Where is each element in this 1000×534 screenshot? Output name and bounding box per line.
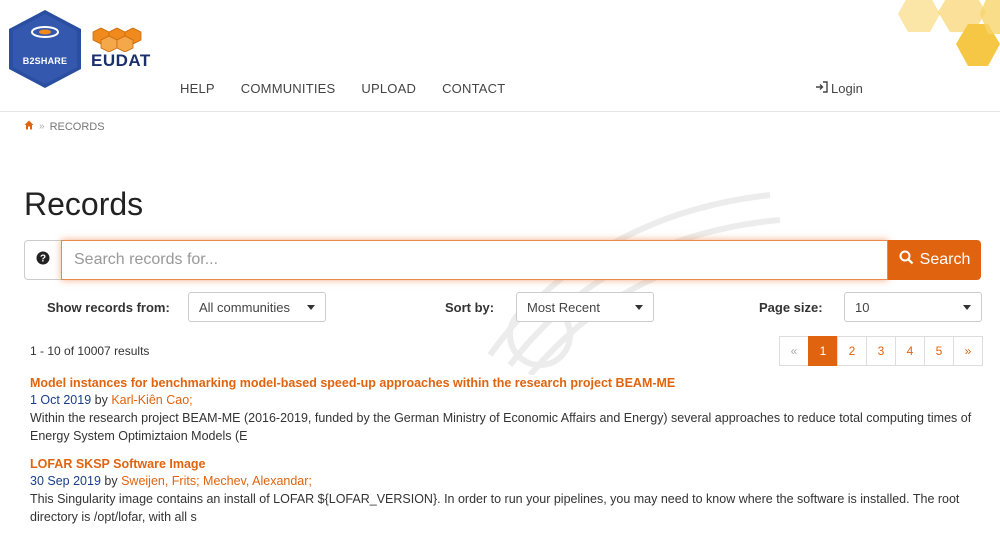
list-item: Model instances for benchmarking model-b… <box>30 375 975 445</box>
record-date: 1 Oct 2019 <box>30 393 92 407</box>
pagination-prev[interactable]: « <box>779 336 809 366</box>
page-size-select[interactable]: 10 <box>844 292 982 322</box>
home-icon[interactable] <box>24 120 34 133</box>
page-size-select-value: 10 <box>855 299 870 315</box>
breadcrumb-separator: » <box>39 121 45 132</box>
chevron-down-icon <box>635 305 643 310</box>
eudat-logo[interactable]: EUDAT <box>91 26 157 70</box>
b2share-label: B2SHARE <box>22 56 68 66</box>
svg-text:?: ? <box>40 253 46 264</box>
record-title[interactable]: Model instances for benchmarking model-b… <box>30 375 975 392</box>
record-by: by <box>104 474 118 488</box>
page-size-label: Page size: <box>759 300 823 315</box>
pagination-next[interactable]: » <box>953 336 983 366</box>
nav-communities[interactable]: COMMUNITIES <box>241 81 336 96</box>
show-records-from-label: Show records from: <box>47 300 170 315</box>
search-bar: ? Search <box>24 240 981 280</box>
record-date: 30 Sep 2019 <box>30 474 101 488</box>
site-header: B2SHARE EUDAT HELP COMMUNITIES UPLOAD CO… <box>0 0 1000 112</box>
search-help-button[interactable]: ? <box>24 240 61 280</box>
pagination-page-1[interactable]: 1 <box>808 336 838 366</box>
record-authors[interactable]: Sweijen, Frits; Mechev, Alexandar; <box>121 474 312 488</box>
record-meta: 1 Oct 2019 by Karl-Kiên Cao; <box>30 392 975 409</box>
page-title: Records <box>24 186 144 222</box>
record-title[interactable]: LOFAR SKSP Software Image <box>30 456 975 473</box>
main-nav: HELP COMMUNITIES UPLOAD CONTACT <box>180 81 531 96</box>
pagination: « 1 2 3 4 5 » <box>779 336 983 366</box>
record-by: by <box>94 393 108 407</box>
chevron-down-icon <box>963 305 971 310</box>
search-button[interactable]: Search <box>888 240 981 280</box>
b2share-logo[interactable]: B2SHARE <box>9 10 81 88</box>
search-icon <box>899 250 914 270</box>
record-description: This Singularity image contains an insta… <box>30 492 960 524</box>
pagination-page-4[interactable]: 4 <box>895 336 925 366</box>
chevron-down-icon <box>307 305 315 310</box>
nav-help[interactable]: HELP <box>180 81 215 96</box>
sort-select-value: Most Recent <box>527 299 600 315</box>
community-select-value: All communities <box>199 299 291 315</box>
pagination-page-3[interactable]: 3 <box>866 336 896 366</box>
sort-by-label: Sort by: <box>445 300 495 315</box>
login-link[interactable]: Login <box>815 81 863 96</box>
eudat-label: EUDAT <box>91 51 151 70</box>
search-input[interactable] <box>61 240 888 280</box>
pagination-page-2[interactable]: 2 <box>837 336 867 366</box>
breadcrumb: » RECORDS <box>24 120 105 133</box>
nav-upload[interactable]: UPLOAD <box>361 81 416 96</box>
record-meta: 30 Sep 2019 by Sweijen, Frits; Mechev, A… <box>30 473 975 490</box>
list-item: LOFAR SKSP Software Image 30 Sep 2019 by… <box>30 456 975 526</box>
record-authors[interactable]: Karl-Kiên Cao; <box>111 393 192 407</box>
decorative-hexagons <box>890 0 1000 70</box>
pagination-page-5[interactable]: 5 <box>924 336 954 366</box>
community-select[interactable]: All communities <box>188 292 326 322</box>
login-label: Login <box>831 81 863 96</box>
sort-select[interactable]: Most Recent <box>516 292 654 322</box>
record-description: Within the research project BEAM-ME (201… <box>30 411 972 443</box>
sign-in-icon <box>815 81 828 96</box>
question-circle-icon: ? <box>36 251 50 270</box>
results-count: 1 - 10 of 10007 results <box>30 344 150 358</box>
nav-contact[interactable]: CONTACT <box>442 81 505 96</box>
search-button-label: Search <box>919 251 971 268</box>
breadcrumb-current: RECORDS <box>49 120 105 133</box>
